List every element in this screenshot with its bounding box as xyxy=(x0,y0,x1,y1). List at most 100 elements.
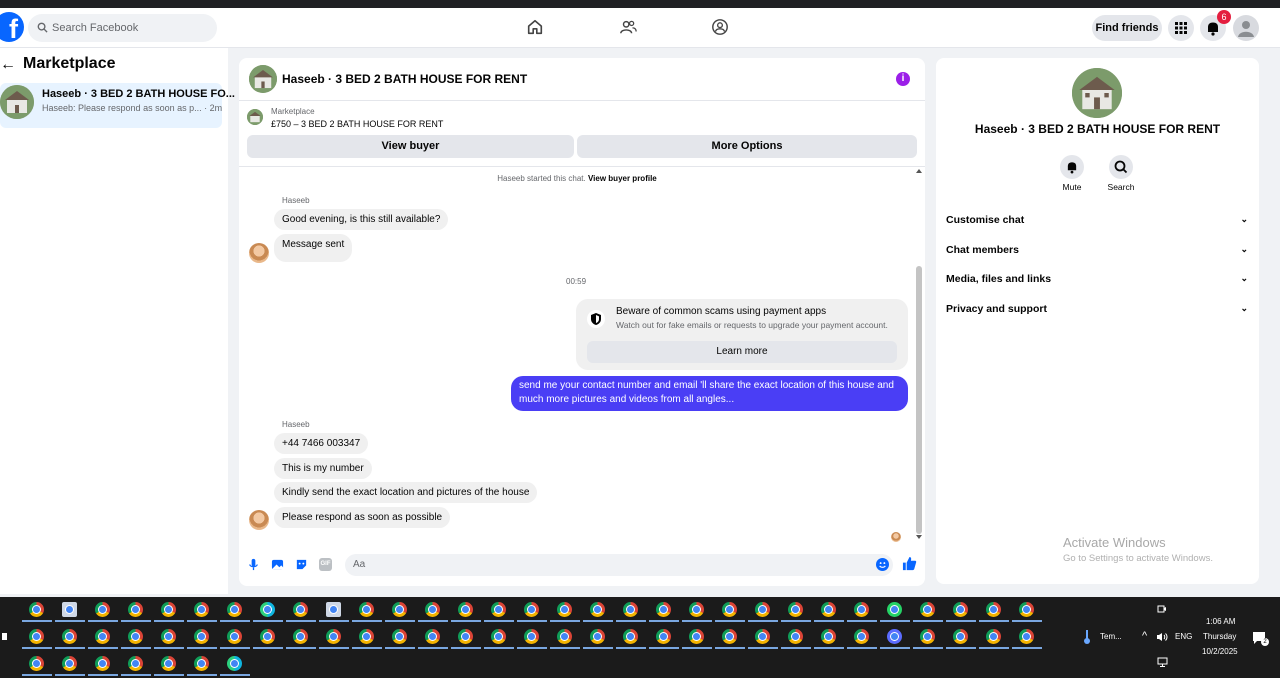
more-options-button[interactable]: More Options xyxy=(577,135,917,158)
chrome-icon[interactable] xyxy=(722,602,737,617)
chat-listing-avatar[interactable] xyxy=(249,65,277,93)
whatsapp-icon[interactable] xyxy=(887,602,902,617)
learn-more-button[interactable]: Learn more xyxy=(587,341,897,363)
edge-icon[interactable] xyxy=(260,602,275,617)
thermometer-icon[interactable] xyxy=(1083,629,1091,645)
chrome-icon[interactable] xyxy=(194,629,209,644)
chrome-icon[interactable] xyxy=(29,629,44,644)
chrome-icon[interactable] xyxy=(161,629,176,644)
find-friends-button[interactable]: Find friends xyxy=(1092,15,1162,41)
chrome-icon[interactable] xyxy=(458,629,473,644)
clock-date[interactable]: 10/2/2025 xyxy=(1202,647,1238,656)
chrome-icon[interactable] xyxy=(953,602,968,617)
network-icon[interactable] xyxy=(1157,657,1168,667)
chrome-icon[interactable] xyxy=(854,629,869,644)
microphone-icon[interactable] xyxy=(247,558,260,571)
chrome-icon[interactable] xyxy=(623,602,638,617)
chrome-icon[interactable] xyxy=(62,656,77,671)
chrome-icon[interactable] xyxy=(29,602,44,617)
chrome-icon[interactable] xyxy=(590,602,605,617)
scrollbar-thumb[interactable] xyxy=(916,266,922,534)
chrome-icon[interactable] xyxy=(788,629,803,644)
chrome-icon[interactable] xyxy=(128,656,143,671)
chrome-icon[interactable] xyxy=(62,629,77,644)
chrome-icon[interactable] xyxy=(293,629,308,644)
emoji-icon[interactable] xyxy=(876,558,889,571)
edge-icon[interactable] xyxy=(227,656,242,671)
chrome-icon[interactable] xyxy=(986,629,1001,644)
chrome-icon[interactable] xyxy=(29,656,44,671)
chrome-icon[interactable] xyxy=(227,602,242,617)
details-listing-avatar[interactable] xyxy=(1072,68,1122,118)
image-icon[interactable] xyxy=(271,558,284,571)
chrome-icon[interactable] xyxy=(260,629,275,644)
start-button-icon[interactable] xyxy=(2,633,7,640)
scroll-down-icon[interactable] xyxy=(915,534,923,540)
weather-label[interactable]: Tem... xyxy=(1100,632,1122,641)
clock-time[interactable]: 1:06 AM xyxy=(1206,617,1235,626)
chrome-icon[interactable] xyxy=(359,629,374,644)
clock-day[interactable]: Thursday xyxy=(1203,632,1236,641)
chrome-icon[interactable] xyxy=(920,602,935,617)
chrome-icon[interactable] xyxy=(326,629,341,644)
chrome-icon[interactable] xyxy=(821,602,836,617)
chrome-icon[interactable] xyxy=(524,602,539,617)
chrome-icon[interactable] xyxy=(194,602,209,617)
gif-icon[interactable]: GIF xyxy=(319,558,332,571)
chrome-icon[interactable] xyxy=(95,602,110,617)
account-avatar[interactable] xyxy=(1233,15,1259,41)
view-buyer-button[interactable]: View buyer xyxy=(247,135,574,158)
privacy-support-section[interactable]: Privacy and support ⌄ xyxy=(946,303,1248,315)
incoming-message[interactable]: This is my number xyxy=(274,458,372,479)
chevron-up-icon[interactable]: ^ xyxy=(1142,630,1147,642)
chrome-icon[interactable] xyxy=(425,602,440,617)
customise-chat-section[interactable]: Customise chat ⌄ xyxy=(946,214,1248,226)
groups-icon[interactable] xyxy=(711,18,729,36)
chrome-icon[interactable] xyxy=(95,629,110,644)
chrome-icon[interactable] xyxy=(920,629,935,644)
chat-members-section[interactable]: Chat members ⌄ xyxy=(946,244,1248,256)
chrome-icon[interactable] xyxy=(788,602,803,617)
search-chat-button[interactable] xyxy=(1109,155,1133,179)
chat-title[interactable]: Haseeb · 3 BED 2 BATH HOUSE FOR RENT xyxy=(282,72,527,86)
scroll-up-icon[interactable] xyxy=(915,168,923,174)
chrome-icon[interactable] xyxy=(953,629,968,644)
chrome-icon[interactable] xyxy=(392,629,407,644)
incoming-message[interactable]: Good evening, is this still available? xyxy=(274,209,449,230)
sender-avatar[interactable] xyxy=(249,510,269,530)
meet-now-icon[interactable] xyxy=(1157,604,1167,614)
sender-avatar[interactable] xyxy=(249,243,269,263)
incoming-message[interactable]: +44 7466 003347 xyxy=(274,433,369,454)
chrome-icon[interactable] xyxy=(359,602,374,617)
menu-grid-button[interactable] xyxy=(1168,15,1194,41)
chrome-icon[interactable] xyxy=(458,602,473,617)
chrome-icon[interactable] xyxy=(986,602,1001,617)
language-indicator[interactable]: ENG xyxy=(1175,632,1192,641)
incoming-message[interactable]: Message sent xyxy=(274,234,353,262)
chrome-icon[interactable] xyxy=(1019,602,1034,617)
notepad-icon[interactable] xyxy=(62,602,77,617)
chrome-icon[interactable] xyxy=(656,629,671,644)
chrome-icon[interactable] xyxy=(161,602,176,617)
chrome-icon[interactable] xyxy=(392,602,407,617)
chrome-icon[interactable] xyxy=(821,629,836,644)
chrome-icon[interactable] xyxy=(557,602,572,617)
notepad-icon[interactable] xyxy=(326,602,341,617)
chrome-icon[interactable] xyxy=(293,602,308,617)
chrome-icon[interactable] xyxy=(623,629,638,644)
incoming-message[interactable]: Kindly send the exact location and pictu… xyxy=(274,482,538,503)
chrome-icon[interactable] xyxy=(194,656,209,671)
chrome-icon[interactable] xyxy=(722,629,737,644)
sticker-icon[interactable] xyxy=(295,558,308,571)
media-player-icon[interactable] xyxy=(887,629,902,644)
view-buyer-profile-link[interactable]: View buyer profile xyxy=(588,174,657,183)
chrome-icon[interactable] xyxy=(161,656,176,671)
chrome-icon[interactable] xyxy=(128,629,143,644)
chrome-icon[interactable] xyxy=(590,629,605,644)
chrome-icon[interactable] xyxy=(95,656,110,671)
chrome-icon[interactable] xyxy=(755,629,770,644)
media-files-links-section[interactable]: Media, files and links ⌄ xyxy=(946,273,1248,285)
chrome-icon[interactable] xyxy=(491,629,506,644)
chrome-icon[interactable] xyxy=(227,629,242,644)
incoming-message[interactable]: Please respond as soon as possible xyxy=(274,507,451,528)
